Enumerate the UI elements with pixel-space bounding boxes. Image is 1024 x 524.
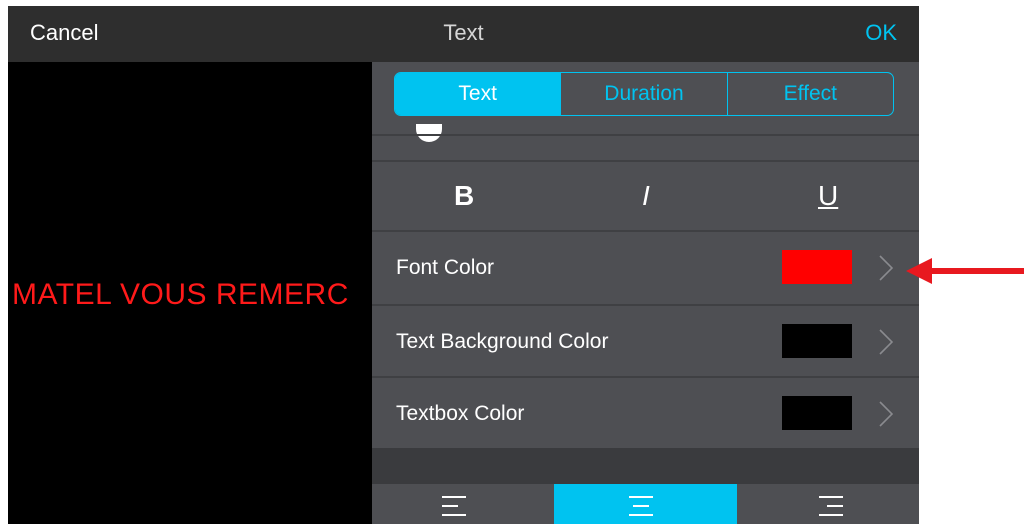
textbox-color-row[interactable]: Textbox Color	[372, 378, 919, 450]
video-preview[interactable]: MATEL VOUS REMERC	[8, 62, 372, 524]
divider	[372, 134, 919, 136]
align-right-icon	[818, 496, 843, 516]
text-background-color-swatch[interactable]	[782, 324, 852, 358]
text-background-color-label: Text Background Color	[396, 330, 609, 353]
text-settings-panel: Text Duration Effect B I U Font Color Te…	[372, 62, 919, 524]
italic-button[interactable]: I	[642, 180, 650, 212]
text-background-color-row[interactable]: Text Background Color	[372, 306, 919, 378]
align-center-button[interactable]	[554, 484, 737, 524]
underline-button[interactable]: U	[818, 180, 838, 212]
chevron-right-icon	[879, 401, 894, 427]
panel-spacer	[372, 448, 919, 484]
preview-caption: MATEL VOUS REMERC	[12, 278, 349, 311]
chevron-right-icon	[879, 329, 894, 355]
font-color-label: Font Color	[396, 256, 495, 279]
tab-bar: Text Duration Effect	[394, 72, 894, 116]
chevron-right-icon	[879, 255, 894, 281]
tab-text[interactable]: Text	[395, 73, 561, 115]
align-center-icon	[629, 496, 654, 516]
font-color-swatch[interactable]	[782, 250, 852, 284]
textbox-color-swatch[interactable]	[782, 396, 852, 430]
slider-knob-partial[interactable]	[416, 124, 442, 142]
tab-duration[interactable]: Duration	[560, 73, 726, 115]
align-left-icon	[442, 496, 466, 516]
page-title: Text	[443, 20, 484, 45]
align-left-button[interactable]	[372, 484, 554, 524]
top-bar: Cancel Text OK	[8, 6, 919, 62]
annotation-arrow-icon	[906, 258, 1024, 284]
alignment-bar	[372, 484, 919, 524]
bold-button[interactable]: B	[454, 180, 474, 212]
tab-effect[interactable]: Effect	[726, 73, 893, 115]
align-right-button[interactable]	[737, 484, 919, 524]
font-color-row[interactable]: Font Color	[372, 232, 919, 304]
textbox-color-label: Textbox Color	[396, 402, 525, 425]
ok-button[interactable]: OK	[865, 20, 897, 46]
app-screen: Cancel Text OK MATEL VOUS REMERC Text Du…	[8, 6, 919, 524]
text-style-row: B I U	[372, 162, 919, 230]
